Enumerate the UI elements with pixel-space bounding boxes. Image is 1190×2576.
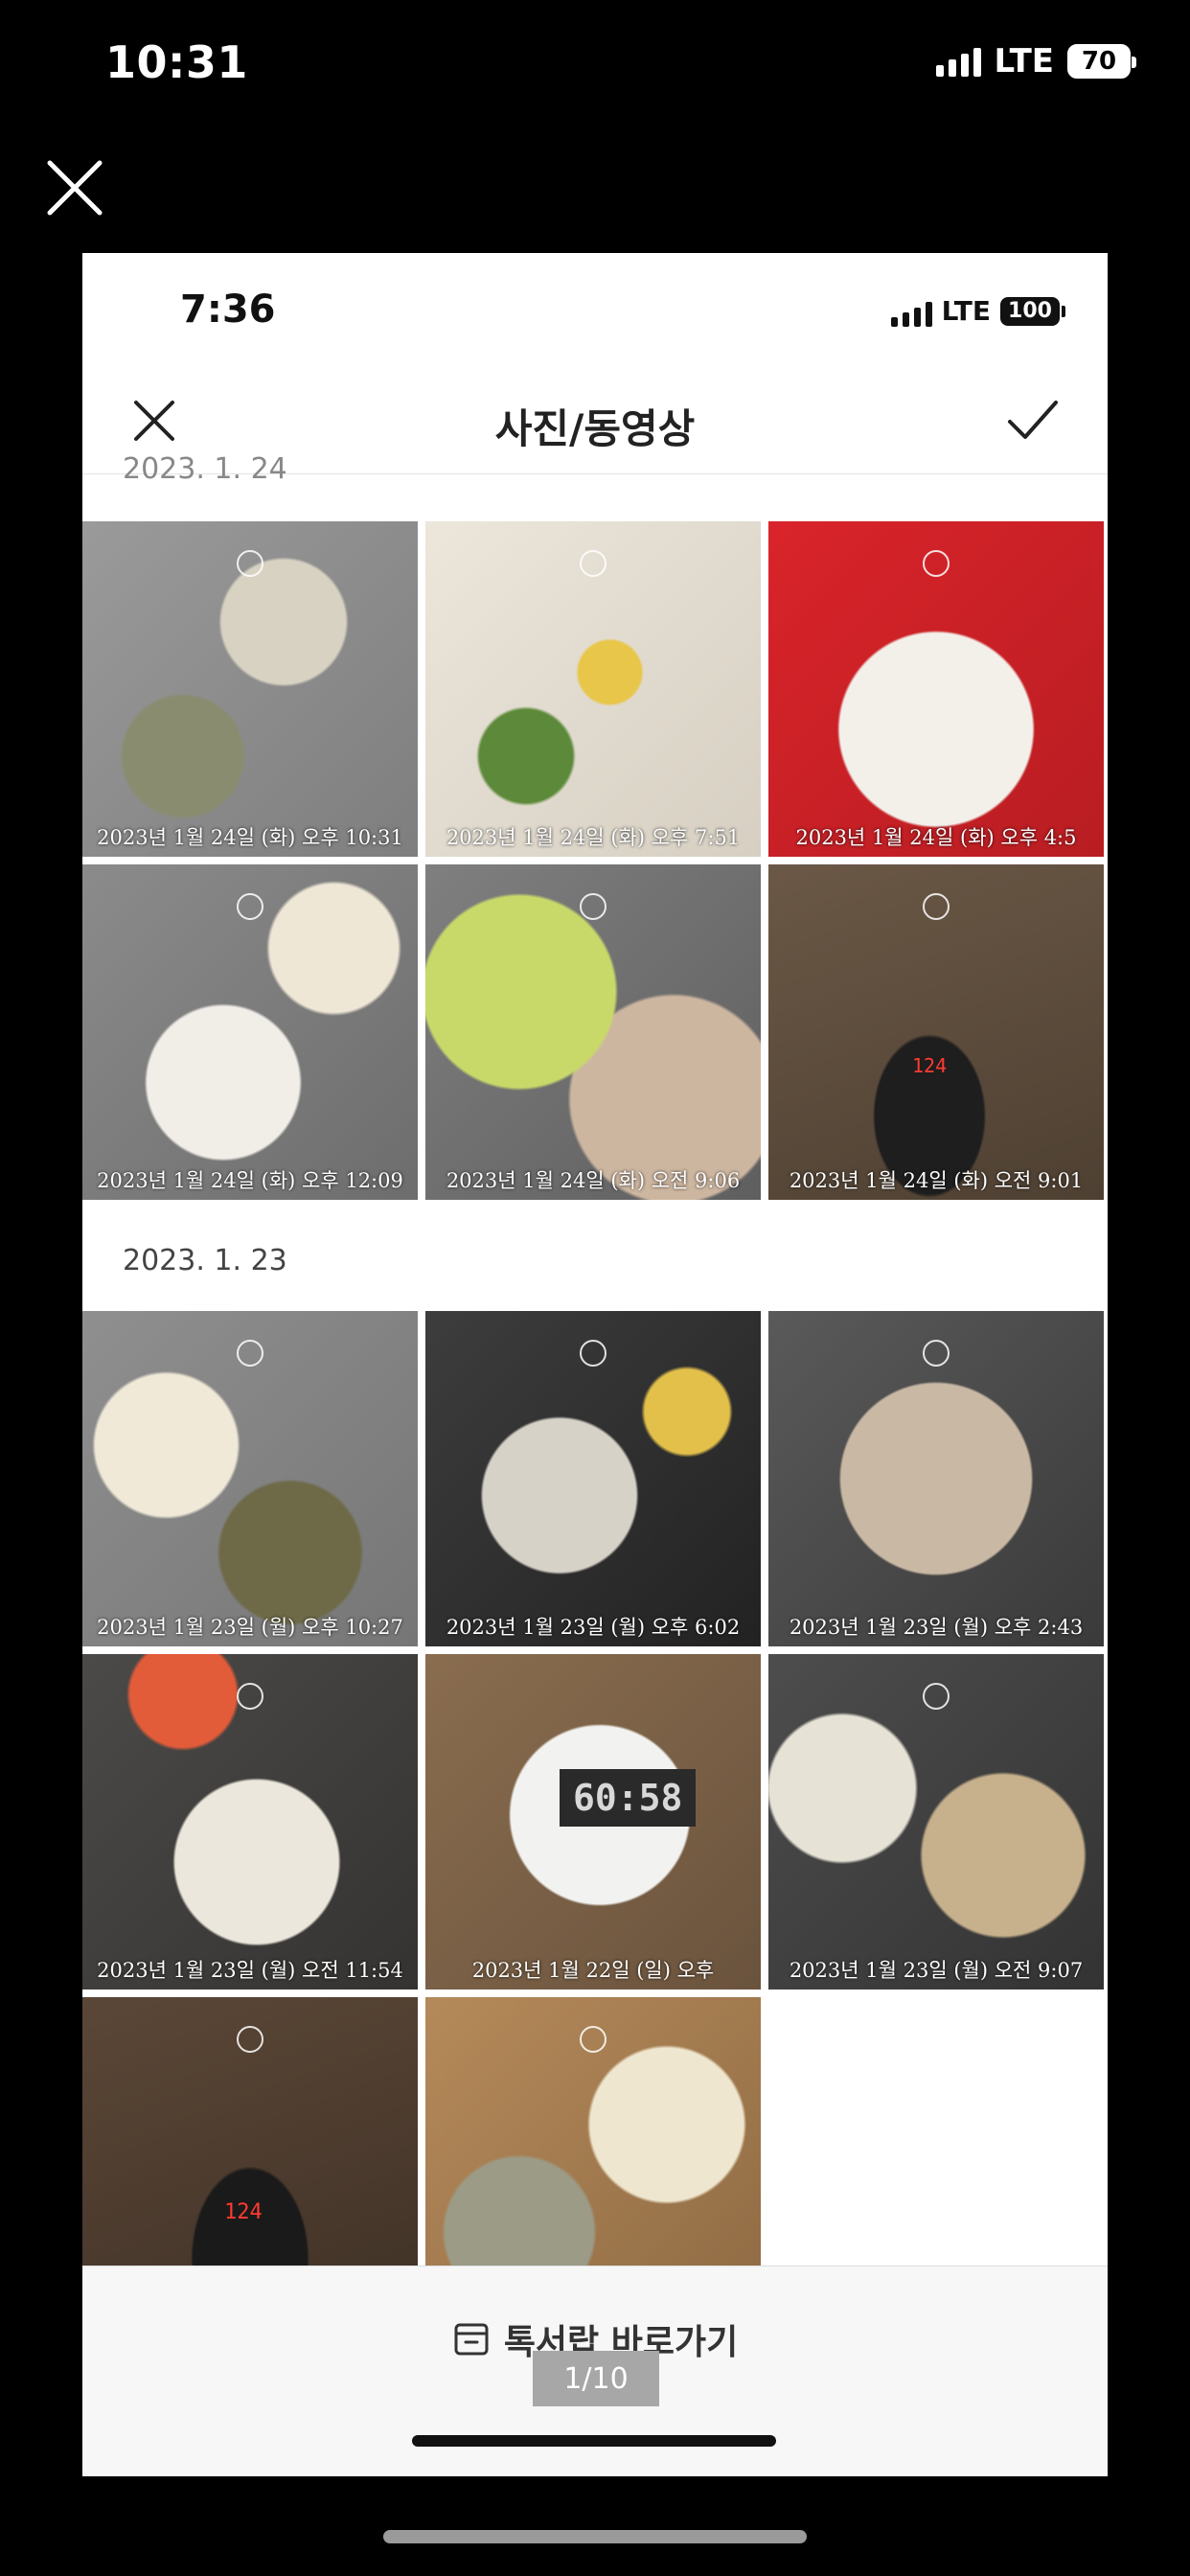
clock-icon xyxy=(237,1683,263,1710)
photo-timestamp: 2023년 1월 23일 (월) 오전 9:07 xyxy=(789,1959,1084,1982)
battery-icon: 100 xyxy=(1000,296,1065,326)
photo-timestamp: 2023년 1월 23일 (월) 오후 6:02 xyxy=(446,1616,741,1639)
inner-status-time: 7:36 xyxy=(180,288,276,332)
photo-timestamp: 2023년 1월 23일 (월) 오후 10:27 xyxy=(97,1616,403,1639)
photo-thumbnail[interactable]: 2023년 1월 24일 (화) 오후 12:09 xyxy=(82,864,418,1200)
clock-icon xyxy=(580,1340,606,1367)
battery-level: 70 xyxy=(1081,47,1117,76)
bottom-bar: 톡서랍 바로가기 1/10 xyxy=(82,2266,1108,2476)
network-label: LTE xyxy=(994,42,1054,80)
clock-icon xyxy=(923,550,950,577)
outer-status-icons: LTE 70 xyxy=(935,42,1136,80)
clock-icon xyxy=(923,893,950,920)
clock-icon xyxy=(923,1683,950,1710)
inner-status-icons: LTE 100 xyxy=(890,295,1065,327)
home-indicator xyxy=(412,2435,776,2447)
photo-timestamp: 2023년 1월 24일 (화) 오후 7:51 xyxy=(446,826,741,849)
photo-thumbnail[interactable]: 2023년 1월 24일 (화) 오후 7:51 xyxy=(425,521,761,857)
photo-thumbnail[interactable]: 2023년 1월 23일 (월) 오후 6:02 xyxy=(425,1311,761,1646)
clock-icon xyxy=(580,550,606,577)
scale-display: 124 xyxy=(912,1054,948,1077)
scale-display: 124 xyxy=(224,2200,263,2224)
section-date: 2023. 1. 24 xyxy=(123,452,287,486)
photo-timestamp: 2023년 1월 23일 (월) 오후 2:43 xyxy=(789,1616,1084,1639)
drawer-icon xyxy=(454,2323,489,2356)
photo-thumbnail[interactable]: 2023년 1월 24일 (화) 오후 10:31 xyxy=(82,521,418,857)
photo-thumbnail[interactable]: 2023년 1월 23일 (월) 오전 9:07 xyxy=(768,1654,1104,1990)
photo-timestamp: 2023년 1월 24일 (화) 오후 12:09 xyxy=(97,1169,403,1192)
clock-icon xyxy=(237,1340,263,1367)
close-icon[interactable] xyxy=(44,157,105,218)
outer-status-time: 10:31 xyxy=(105,36,248,88)
photo-timestamp: 2023년 1월 23일 (월) 오전 11:54 xyxy=(97,1959,403,1982)
photo-thumbnail[interactable]: 2023년 1월 24일 (화) 오후 4:5 xyxy=(768,521,1104,857)
photo-timestamp: 2023년 1월 22일 (일) 오후 xyxy=(471,1959,715,1982)
photo-thumbnail[interactable]: 2023년 1월 23일 (월) 오전 11:54 xyxy=(82,1654,418,1990)
clock-icon xyxy=(237,893,263,920)
signal-icon xyxy=(890,296,932,327)
check-icon[interactable] xyxy=(1006,397,1060,445)
photo-timestamp: 2023년 1월 24일 (화) 오후 4:5 xyxy=(795,826,1077,849)
photo-timestamp: 2023년 1월 24일 (화) 오전 9:01 xyxy=(789,1169,1084,1192)
home-indicator xyxy=(383,2530,807,2543)
page-indicator: 1/10 xyxy=(533,2351,659,2406)
clock-icon xyxy=(237,2026,263,2053)
photo-timestamp: 2023년 1월 24일 (화) 오전 9:06 xyxy=(446,1169,741,1192)
clock-icon xyxy=(580,893,606,920)
network-label: LTE xyxy=(941,295,991,327)
signal-icon xyxy=(935,46,981,77)
clock-icon xyxy=(580,2026,606,2053)
section-date: 2023. 1. 23 xyxy=(123,1244,287,1277)
photo-thumbnail[interactable]: 124 2023년 1월 24일 (화) 오전 9:01 xyxy=(768,864,1104,1200)
photo-thumbnail[interactable]: 2023년 1월 23일 (월) 오후 2:43 xyxy=(768,1311,1104,1646)
clock-icon xyxy=(237,550,263,577)
clock-icon xyxy=(923,1340,950,1367)
photo-viewer: 7:36 LTE 100 사진/동영상 2023. 1. 24 2023년 1월… xyxy=(82,253,1108,2476)
battery-icon: 70 xyxy=(1067,44,1136,79)
photo-thumbnail[interactable]: 2023년 1월 24일 (화) 오전 9:06 xyxy=(425,864,761,1200)
battery-level: 100 xyxy=(1008,299,1052,323)
photo-thumbnail[interactable]: 2023년 1월 23일 (월) 오후 10:27 xyxy=(82,1311,418,1646)
photo-timestamp: 2023년 1월 24일 (화) 오후 10:31 xyxy=(97,826,403,849)
photo-thumbnail[interactable]: 60:58 2023년 1월 22일 (일) 오후 xyxy=(425,1654,761,1990)
page-title: 사진/동영상 xyxy=(494,405,696,452)
timer-display: 60:58 xyxy=(560,1769,697,1827)
